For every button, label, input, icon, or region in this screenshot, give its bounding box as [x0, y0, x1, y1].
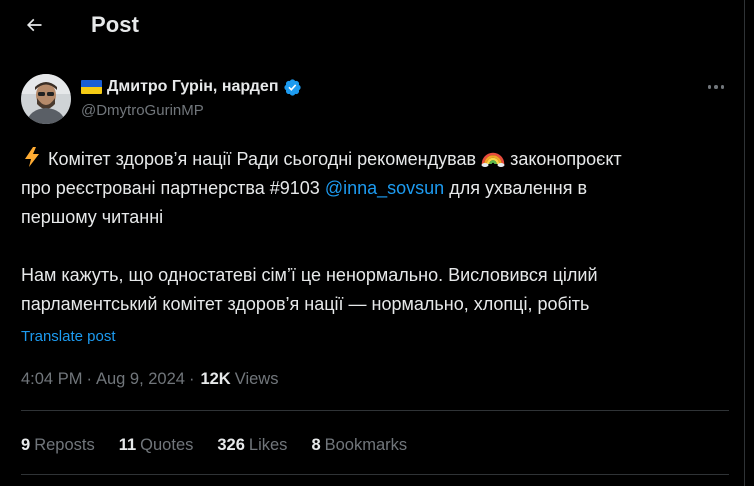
verified-badge-icon[interactable]: [283, 78, 302, 97]
dot-icon: [707, 85, 712, 89]
bookmarks-stat[interactable]: 8 Bookmarks: [311, 436, 407, 455]
tweet-line-4: Нам кажуть, що одностатеві сім’ї це нено…: [21, 265, 598, 285]
rainbow-emoji-icon: [481, 152, 505, 167]
tweet-line-1: Комітет здоров’я нації Ради сьогодні рек…: [48, 149, 477, 169]
tweet-line-3: першому читанні: [21, 207, 164, 227]
bookmarks-count: 8: [311, 436, 321, 454]
mention-link[interactable]: @inna_sovsun: [325, 178, 444, 198]
translate-post-link[interactable]: Translate post: [21, 328, 116, 345]
meta-separator: ·: [188, 370, 195, 388]
author-name[interactable]: Дмитро Гурін, нардеп: [107, 78, 278, 96]
page-edge: [745, 0, 754, 486]
post-meta: 4:04 PM · Aug 9, 2024 · 12K Views: [21, 370, 278, 389]
reposts-count: 9: [21, 436, 31, 454]
post-date[interactable]: Aug 9, 2024: [96, 370, 185, 389]
tweet-line-5: парламентський комітет здоров’я нації — …: [21, 294, 590, 314]
tweet-line-2: про реєстровані партнерства #9103: [21, 178, 320, 198]
meta-separator: ·: [86, 370, 92, 388]
ukraine-flag-icon: [81, 80, 102, 94]
quotes-label: Quotes: [140, 436, 194, 454]
header: Post: [0, 0, 744, 53]
divider: [21, 474, 729, 475]
likes-label: Likes: [248, 436, 288, 454]
tweet-line-2b: для ухвалення в: [449, 178, 588, 198]
views-count: 12K: [200, 370, 231, 388]
reposts-stat[interactable]: 9 Reposts: [21, 436, 95, 455]
arrow-left-icon: [26, 18, 42, 32]
tweet-text: Комітет здоров’я нації Ради сьогодні рек…: [21, 145, 733, 319]
avatar[interactable]: [21, 74, 71, 124]
bookmarks-label: Bookmarks: [324, 436, 408, 454]
avatar-image: [21, 74, 71, 124]
more-options-button[interactable]: [702, 76, 730, 98]
reposts-label: Reposts: [34, 436, 95, 454]
dot-icon: [720, 85, 725, 89]
dot-icon: [714, 85, 718, 89]
post-time[interactable]: 4:04 PM: [21, 370, 82, 389]
views-label: Views: [234, 370, 279, 388]
page-title: Post: [91, 12, 140, 37]
lightning-emoji-icon: [25, 147, 39, 167]
tweet-line-1b: законопроєкт: [510, 149, 622, 169]
divider: [21, 410, 729, 411]
likes-stat[interactable]: 326 Likes: [217, 436, 287, 455]
likes-count: 326: [217, 436, 245, 454]
quotes-stat[interactable]: 11 Quotes: [119, 436, 194, 455]
author-handle[interactable]: @DmytroGurinMP: [81, 102, 204, 119]
back-button[interactable]: [16, 7, 52, 43]
quotes-count: 11: [118, 436, 137, 454]
engagement-stats: 9 Reposts 11 Quotes 326 Likes 8 Bookmark…: [21, 436, 431, 455]
author-row: Дмитро Гурін, нардеп: [81, 76, 302, 98]
